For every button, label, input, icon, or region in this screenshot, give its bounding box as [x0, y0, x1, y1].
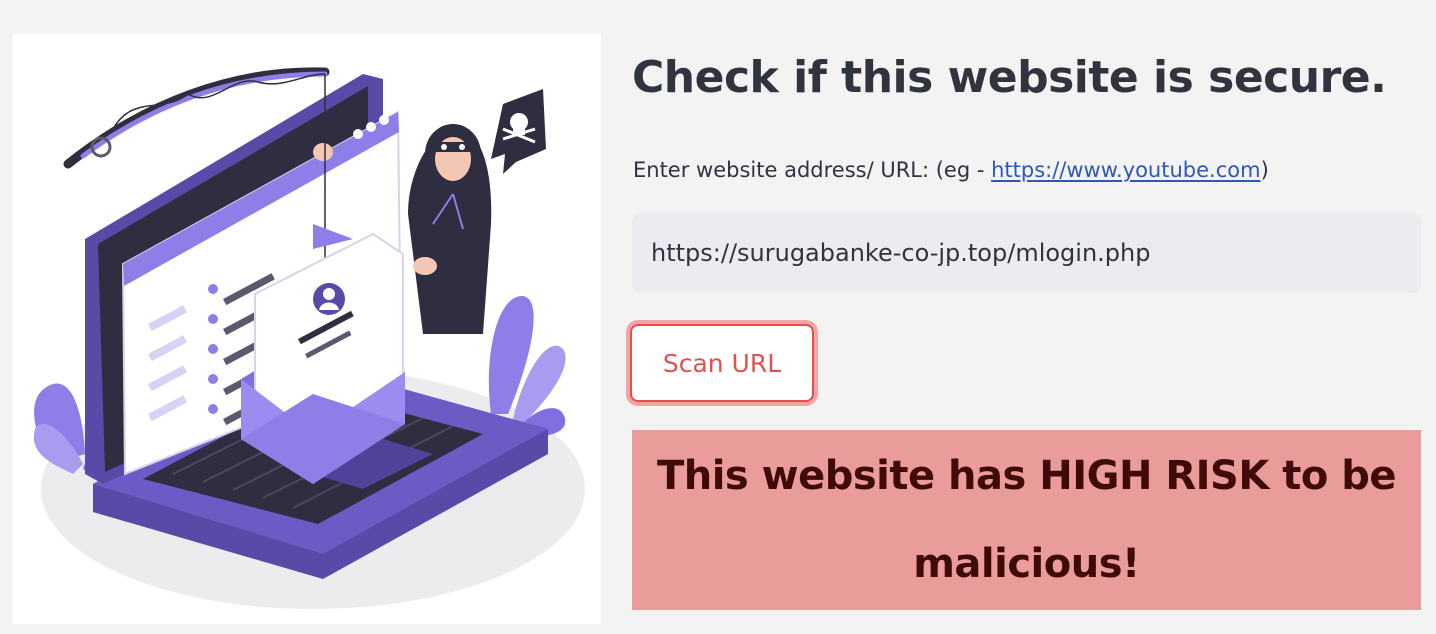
app-page: Check if this website is secure. Enter w…	[0, 0, 1436, 634]
scan-url-button[interactable]: Scan URL	[630, 324, 814, 402]
url-input-label: Enter website address/ URL: (eg - https:…	[633, 158, 1269, 182]
page-title: Check if this website is secure.	[632, 52, 1387, 103]
phishing-illustration-graphic	[33, 67, 585, 609]
url-label-suffix: )	[1260, 158, 1269, 182]
result-message: This website has HIGH RISK to be malicio…	[656, 453, 1397, 587]
skull-bubble-icon	[491, 89, 546, 174]
phishing-illustration	[13, 34, 601, 624]
result-banner: This website has HIGH RISK to be malicio…	[632, 430, 1421, 610]
url-input[interactable]	[632, 213, 1421, 293]
url-label-prefix: Enter website address/ URL: (eg -	[633, 158, 992, 182]
example-url-link[interactable]: https://www.youtube.com	[991, 158, 1260, 182]
